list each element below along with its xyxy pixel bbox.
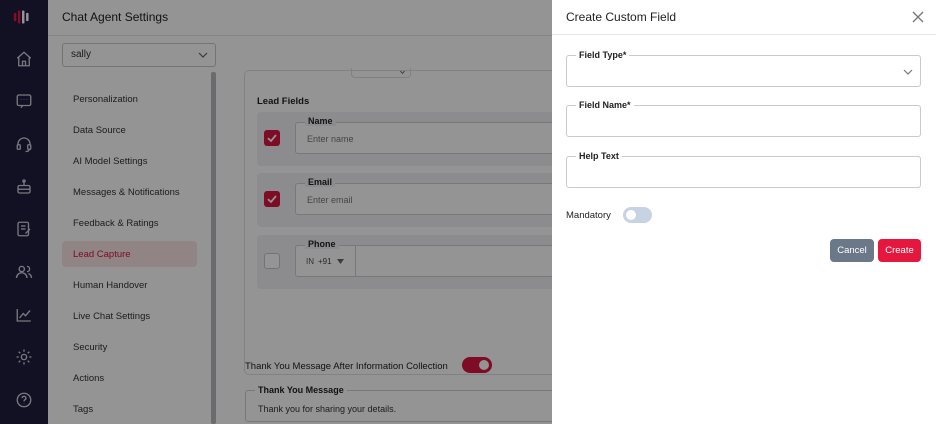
mandatory-label: Mandatory: [566, 210, 611, 221]
field-name-input[interactable]: [567, 106, 920, 136]
help-text-input[interactable]: [567, 157, 920, 187]
drawer-header: Create Custom Field: [552, 0, 936, 35]
drawer-title: Create Custom Field: [566, 10, 677, 24]
create-custom-field-drawer: Create Custom Field Field Type* Field Na…: [552, 0, 936, 424]
close-button[interactable]: [910, 9, 926, 25]
mandatory-toggle[interactable]: [623, 207, 652, 223]
close-icon: [912, 11, 924, 23]
field-name-field: Field Name*: [566, 100, 921, 137]
help-text-field: Help Text: [566, 151, 921, 188]
chevron-down-icon: [903, 69, 913, 75]
create-button[interactable]: Create: [878, 239, 921, 262]
modal-overlay[interactable]: [0, 0, 552, 424]
field-type-select[interactable]: Field Type*: [566, 50, 921, 87]
cancel-button[interactable]: Cancel: [830, 239, 874, 262]
field-type-label: Field Type*: [576, 50, 630, 60]
